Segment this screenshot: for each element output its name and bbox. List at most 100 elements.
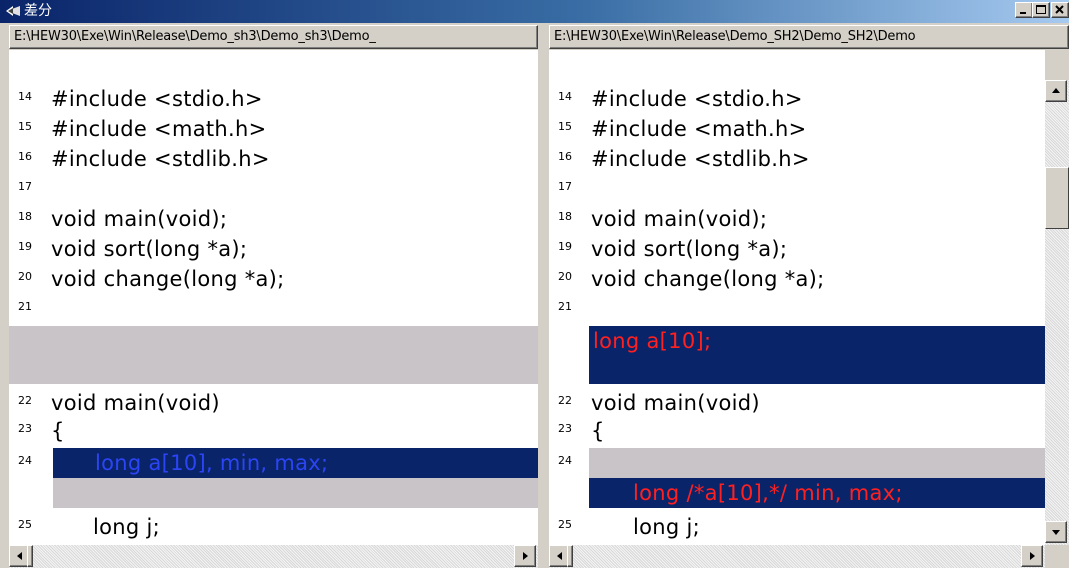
code-text: void change(long *a); (591, 267, 825, 291)
code-line: 23 { (9, 416, 538, 446)
line-number: 18 (558, 210, 572, 223)
maximize-icon (1036, 5, 1046, 14)
code-line: 16 #include <stdlib.h> (9, 144, 538, 174)
code-line: 15 #include <math.h> (549, 114, 1045, 144)
left-horizontal-scrollbar[interactable] (9, 545, 538, 568)
maximize-button[interactable] (1032, 2, 1050, 18)
scroll-right-button[interactable] (1021, 545, 1043, 567)
scroll-up-button[interactable] (1045, 80, 1067, 102)
diff-window: 差分 E:\HEW30\Exe\Win\Release\Demo_sh3\Dem… (0, 0, 1069, 568)
code-text: void main(void); (51, 207, 228, 231)
code-text: void main(void) (51, 391, 220, 415)
line-number: 14 (558, 90, 572, 103)
code-line: 14 #include <stdio.h> (9, 84, 538, 114)
line-number: 19 (558, 240, 572, 253)
code-line: 23 { (549, 416, 1045, 446)
diff-gap-block (9, 326, 538, 384)
code-text: #include <stdio.h> (51, 87, 263, 111)
code-line: 16 #include <stdlib.h> (549, 144, 1045, 174)
horizontal-scroll-thumb[interactable] (567, 545, 573, 567)
right-file-path: E:\HEW30\Exe\Win\Release\Demo_SH2\Demo_S… (554, 29, 916, 44)
diff-gap-line (589, 448, 1045, 478)
line-number: 17 (18, 180, 32, 193)
line-number: 15 (558, 120, 572, 133)
changed-code-text: long /*a[10],*/ min, max; (633, 481, 903, 505)
selected-changed-line[interactable]: long a[10], min, max; (53, 448, 538, 478)
line-number: 17 (558, 180, 572, 193)
changed-line-block[interactable]: long /*a[10],*/ min, max; (589, 478, 1045, 508)
code-line: 17 (9, 174, 538, 204)
code-text: void change(long *a); (51, 267, 285, 291)
window-title: 差分 (24, 3, 52, 19)
code-text: long j; (633, 515, 701, 539)
arrow-right-icon (523, 552, 528, 560)
code-line: 22 void main(void) (549, 388, 1045, 418)
left-file-header[interactable]: E:\HEW30\Exe\Win\Release\Demo_sh3\Demo_s… (9, 25, 538, 49)
scrollbar-corner (1045, 545, 1069, 568)
code-line: 21 (549, 294, 1045, 324)
title-bar[interactable]: 差分 (0, 0, 1069, 23)
line-number: 19 (18, 240, 32, 253)
code-text: #include <stdlib.h> (591, 147, 810, 171)
arrow-down-icon (1052, 530, 1060, 535)
arrow-right-icon (1030, 552, 1035, 560)
vertical-scroll-thumb[interactable] (1045, 167, 1069, 229)
left-code-pane[interactable]: 14 #include <stdio.h> 15 #include <math.… (9, 50, 538, 545)
line-number: 16 (558, 150, 572, 163)
line-number: 23 (18, 422, 32, 435)
code-line: 25 long j; (549, 512, 1045, 542)
right-code-pane[interactable]: 14 #include <stdio.h> 15 #include <math.… (549, 50, 1045, 545)
minimize-button[interactable] (1015, 2, 1033, 18)
diff-app-icon (6, 6, 20, 16)
code-line: 19 void sort(long *a); (549, 234, 1045, 264)
scroll-right-button[interactable] (514, 545, 536, 567)
line-number: 15 (18, 120, 32, 133)
arrow-up-icon (1052, 88, 1060, 93)
code-text: #include <stdio.h> (591, 87, 803, 111)
horizontal-scroll-thumb[interactable] (27, 545, 33, 567)
line-number: 16 (18, 150, 32, 163)
code-line: 20 void change(long *a); (549, 264, 1045, 294)
code-text: { (51, 419, 65, 443)
scroll-down-button[interactable] (1045, 521, 1067, 543)
code-text: void main(void) (591, 391, 760, 415)
right-file-header[interactable]: E:\HEW30\Exe\Win\Release\Demo_SH2\Demo_S… (549, 25, 1069, 49)
line-number: 25 (558, 518, 572, 531)
changed-code-text: long a[10], min, max; (95, 451, 329, 475)
code-line: 19 void sort(long *a); (9, 234, 538, 264)
code-text: void sort(long *a); (51, 237, 248, 261)
code-line: 18 void main(void); (9, 204, 538, 234)
pane-splitter[interactable] (538, 25, 549, 568)
left-file-path: E:\HEW30\Exe\Win\Release\Demo_sh3\Demo_s… (14, 29, 376, 44)
close-icon (1055, 5, 1064, 14)
code-line: 25 long j; (9, 512, 538, 542)
code-line: 22 void main(void) (9, 388, 538, 418)
added-line-block[interactable]: long a[10]; (589, 326, 1045, 384)
line-number: 21 (18, 300, 32, 313)
vertical-scrollbar[interactable] (1045, 80, 1069, 545)
code-text: #include <stdlib.h> (51, 147, 270, 171)
right-horizontal-scrollbar[interactable] (549, 545, 1045, 568)
line-number: 21 (558, 300, 572, 313)
code-text: void main(void); (591, 207, 768, 231)
code-text: #include <math.h> (51, 117, 267, 141)
line-number: 24 (558, 454, 572, 467)
line-number: 14 (18, 90, 32, 103)
code-line: 17 (549, 174, 1045, 204)
code-text: #include <math.h> (591, 117, 807, 141)
line-number: 18 (18, 210, 32, 223)
code-line: 15 #include <math.h> (9, 114, 538, 144)
line-number: 23 (558, 422, 572, 435)
added-code-text: long a[10]; (593, 329, 712, 353)
code-line: 20 void change(long *a); (9, 264, 538, 294)
code-line: 14 #include <stdio.h> (549, 84, 1045, 114)
code-text: long j; (93, 515, 161, 539)
line-number: 22 (18, 394, 32, 407)
code-line: 18 void main(void); (549, 204, 1045, 234)
line-number: 20 (558, 270, 572, 283)
line-number: 20 (18, 270, 32, 283)
diff-gap-line (53, 478, 538, 508)
code-text: void sort(long *a); (591, 237, 788, 261)
code-text: { (591, 419, 605, 443)
close-button[interactable] (1051, 2, 1069, 18)
